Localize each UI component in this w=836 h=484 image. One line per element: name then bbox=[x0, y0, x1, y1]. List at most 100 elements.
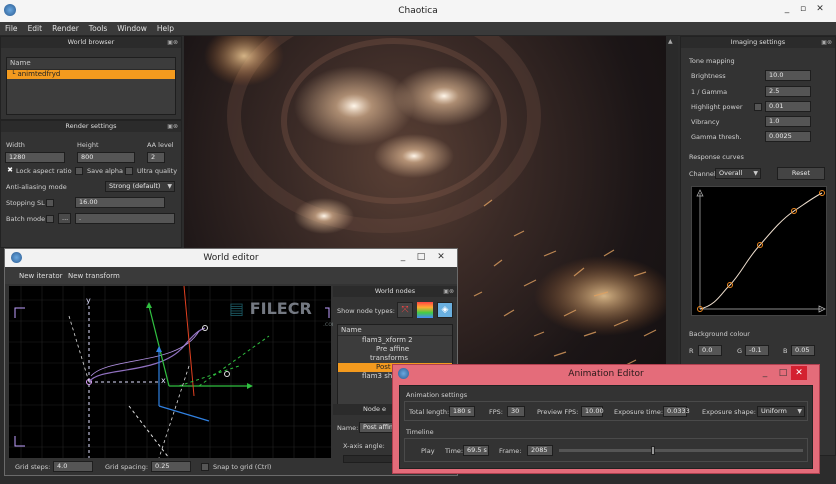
close-button[interactable]: ✕ bbox=[812, 2, 828, 16]
lock-aspect-checkbox[interactable]: ✖ bbox=[6, 167, 14, 175]
aa-mode-select[interactable]: Strong (default) ▼ bbox=[105, 181, 175, 192]
batch-path-input[interactable]: . bbox=[75, 213, 175, 224]
dropdown-arrow-icon: ▼ bbox=[797, 408, 802, 415]
world-nodes-header: World nodes ▣⊗ bbox=[333, 286, 457, 297]
menu-window[interactable]: Window bbox=[112, 22, 152, 36]
node-type-palette-icon[interactable] bbox=[417, 302, 433, 318]
highlight-power-checkbox[interactable] bbox=[754, 103, 762, 111]
dropdown-arrow-icon: ▼ bbox=[753, 170, 758, 177]
stopping-sl-checkbox[interactable] bbox=[46, 199, 54, 207]
response-curve-editor[interactable] bbox=[691, 186, 827, 316]
animation-editor-title: Animation Editor bbox=[568, 369, 644, 379]
tone-mapping-title: Tone mapping bbox=[689, 57, 735, 65]
menu-tools[interactable]: Tools bbox=[84, 22, 112, 36]
node-type-transform-icon[interactable]: ⤧ bbox=[397, 302, 413, 318]
gamma-thresh-input[interactable]: 0.0025 bbox=[765, 131, 811, 142]
batch-mode-checkbox[interactable] bbox=[46, 215, 54, 223]
menu-edit[interactable]: Edit bbox=[23, 22, 48, 36]
channel-label: Channel: bbox=[689, 170, 718, 178]
brightness-label: Brightness bbox=[691, 72, 726, 80]
channel-select[interactable]: Overall ▼ bbox=[715, 168, 761, 179]
vibrancy-label: Vibrancy bbox=[691, 118, 720, 126]
menu-render[interactable]: Render bbox=[47, 22, 84, 36]
animation-settings-title: Animation settings bbox=[406, 391, 468, 399]
exposure-shape-select[interactable]: Uniform ▼ bbox=[757, 406, 805, 417]
reset-button[interactable]: Reset bbox=[777, 167, 825, 180]
gamma-input[interactable]: 2.5 bbox=[765, 86, 811, 97]
menu-bar: File Edit Render Tools Window Help bbox=[0, 22, 836, 36]
frame-input[interactable]: 2085 bbox=[527, 445, 553, 456]
highlight-power-input[interactable]: 0.01 bbox=[765, 101, 811, 112]
restore-button[interactable]: ▫ bbox=[795, 2, 811, 16]
width-input[interactable]: 1280 bbox=[5, 152, 65, 163]
snap-checkbox[interactable] bbox=[201, 463, 209, 471]
world-editor-titlebar: World editor _ □ ✕ bbox=[5, 249, 457, 267]
new-transform-button[interactable]: New transform bbox=[68, 272, 120, 280]
close-button[interactable]: ✕ bbox=[791, 366, 807, 380]
maximize-button[interactable]: □ bbox=[413, 250, 429, 264]
scroll-up-icon[interactable]: ▲ bbox=[668, 38, 673, 45]
tree-node-pre-affine[interactable]: Pre affine bbox=[338, 345, 452, 354]
play-button[interactable]: Play bbox=[421, 447, 435, 455]
minimize-button[interactable]: _ bbox=[757, 366, 773, 380]
bg-b-label: B bbox=[783, 347, 788, 355]
maximize-button[interactable]: □ bbox=[775, 366, 791, 380]
world-browser-list: Name └ animtedfryd bbox=[6, 57, 176, 115]
fps-input[interactable]: 30 bbox=[507, 406, 525, 417]
total-length-input[interactable]: 180 s bbox=[449, 406, 475, 417]
world-browser-item[interactable]: └ animtedfryd bbox=[7, 70, 175, 79]
world-browser-item-label: animtedfryd bbox=[17, 70, 61, 78]
aa-level-input[interactable]: 2 bbox=[147, 152, 165, 163]
aa-mode-value: Strong (default) bbox=[109, 182, 161, 190]
node-type-cube-icon[interactable]: ◈ bbox=[437, 302, 453, 318]
panel-float-icon[interactable]: ▣⊗ bbox=[821, 37, 832, 48]
menu-file[interactable]: File bbox=[0, 22, 23, 36]
stopping-sl-input[interactable]: 16.00 bbox=[75, 197, 165, 208]
render-settings-header: Render settings ▣⊗ bbox=[1, 121, 181, 132]
minimize-button[interactable]: _ bbox=[395, 250, 411, 264]
node-editor-title: Node e bbox=[363, 405, 387, 413]
bg-r-input[interactable]: 0.0 bbox=[698, 345, 722, 356]
preview-fps-input[interactable]: 10.00 bbox=[581, 406, 604, 417]
grid-spacing-input[interactable]: 0.25 bbox=[151, 461, 191, 472]
close-button[interactable]: ✕ bbox=[433, 250, 449, 264]
grid-steps-input[interactable]: 4.0 bbox=[53, 461, 93, 472]
bg-b-input[interactable]: 0.05 bbox=[791, 345, 815, 356]
exposure-time-label: Exposure time: bbox=[614, 408, 664, 416]
grid-steps-label: Grid steps: bbox=[15, 463, 51, 471]
bg-g-input[interactable]: -0.1 bbox=[745, 345, 769, 356]
fps-label: FPS: bbox=[489, 408, 503, 416]
animation-editor-window: Animation Editor _ □ ✕ Animation setting… bbox=[392, 364, 820, 474]
watermark-text: FILECR bbox=[249, 299, 312, 318]
tree-node-transforms[interactable]: transforms bbox=[338, 354, 452, 363]
panel-float-icon[interactable]: ▣⊗ bbox=[443, 286, 454, 297]
tree-node-xform[interactable]: flam3_xform 2 bbox=[338, 336, 452, 345]
minimize-button[interactable]: _ bbox=[779, 2, 795, 16]
world-editor-toolbar: New iterator New transform bbox=[5, 267, 457, 284]
ultra-quality-checkbox[interactable] bbox=[125, 167, 133, 175]
render-settings-panel: Render settings ▣⊗ Width Height AA level … bbox=[0, 120, 182, 248]
time-input[interactable]: 69.5 s bbox=[463, 445, 489, 456]
panel-float-icon[interactable]: ▣⊗ bbox=[167, 37, 178, 48]
menu-help[interactable]: Help bbox=[152, 22, 179, 36]
batch-browse-button[interactable]: ... bbox=[58, 213, 71, 224]
timeline-slider-handle[interactable] bbox=[651, 446, 656, 455]
brightness-input[interactable]: 10.0 bbox=[765, 70, 811, 81]
panel-float-icon[interactable]: ▣⊗ bbox=[167, 121, 178, 132]
background-colour-title: Background colour bbox=[689, 330, 750, 338]
x-axis-label: x bbox=[161, 376, 166, 385]
exposure-time-input[interactable]: 0.0333 bbox=[663, 406, 690, 417]
dropdown-arrow-icon: ▼ bbox=[167, 183, 172, 190]
world-editor-window: World editor _ □ ✕ New iterator New tran… bbox=[4, 248, 458, 476]
animation-editor-body: Animation settings Total length: 180 s F… bbox=[399, 385, 813, 469]
save-alpha-checkbox[interactable] bbox=[75, 167, 83, 175]
grid-options-bar: Grid steps: 4.0 Grid spacing: 0.25 Snap … bbox=[9, 460, 331, 474]
new-iterator-button[interactable]: New iterator bbox=[19, 272, 63, 280]
timeline-slider[interactable] bbox=[559, 449, 803, 452]
animation-editor-titlebar: Animation Editor _ □ ✕ bbox=[393, 365, 819, 383]
channel-value: Overall bbox=[719, 169, 743, 177]
vibrancy-input[interactable]: 1.0 bbox=[765, 116, 811, 127]
height-input[interactable]: 800 bbox=[77, 152, 135, 163]
ultra-quality-label: Ultra quality bbox=[137, 167, 178, 175]
timeline-title: Timeline bbox=[406, 428, 434, 436]
